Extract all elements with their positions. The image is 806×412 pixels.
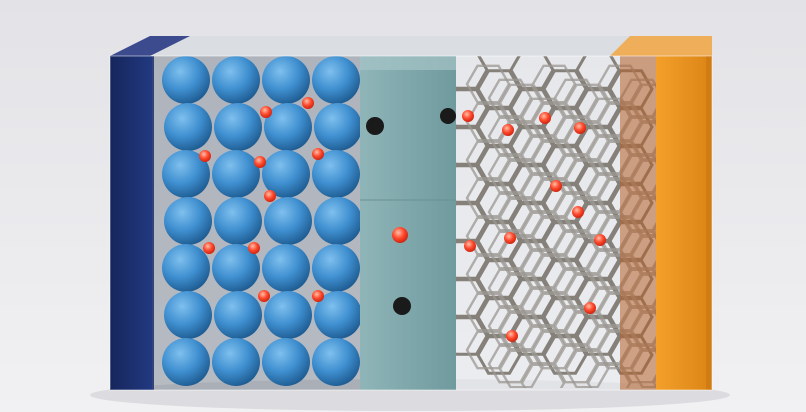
ion xyxy=(572,206,584,218)
electrode-sphere xyxy=(264,291,312,339)
electrode-sphere xyxy=(162,244,210,292)
ion xyxy=(464,240,476,252)
ion xyxy=(504,232,516,244)
electrode-sphere xyxy=(314,103,362,151)
ion xyxy=(574,122,586,134)
electrode-sphere xyxy=(214,103,262,151)
ion xyxy=(584,302,596,314)
collector-edge xyxy=(706,56,712,390)
ion xyxy=(254,156,266,168)
ion xyxy=(203,242,215,254)
ion xyxy=(258,290,270,302)
electrode-sphere xyxy=(314,197,362,245)
ion xyxy=(312,290,324,302)
electrode-sphere xyxy=(162,338,210,386)
electrode-sphere xyxy=(164,103,212,151)
ion xyxy=(312,148,324,160)
ion xyxy=(260,106,272,118)
electrode-sphere xyxy=(262,244,310,292)
electrode-sphere xyxy=(264,197,312,245)
current-collector-left xyxy=(110,56,154,390)
ion xyxy=(506,330,518,342)
ion xyxy=(502,124,514,136)
electrode-sphere xyxy=(212,338,260,386)
electrode-sphere xyxy=(312,244,360,292)
separator-top-edge xyxy=(360,56,456,70)
ion xyxy=(539,112,551,124)
ion xyxy=(264,190,276,202)
electrode-sphere xyxy=(164,197,212,245)
ion xyxy=(302,97,314,109)
separator-pore xyxy=(440,108,456,124)
electrode-sphere xyxy=(212,150,260,198)
ion xyxy=(199,150,211,162)
electrode-sphere xyxy=(262,338,310,386)
electrode-sphere xyxy=(164,291,212,339)
electrode-sphere xyxy=(212,56,260,104)
ion xyxy=(248,242,260,254)
electrode-sphere xyxy=(312,56,360,104)
electrode-sphere xyxy=(214,197,262,245)
battery-illustration xyxy=(0,0,806,412)
ion xyxy=(462,110,474,122)
current-collector-right xyxy=(656,56,712,390)
separator-pore xyxy=(366,117,384,135)
separator xyxy=(360,56,456,390)
collector-interface xyxy=(620,56,660,390)
ion xyxy=(550,180,562,192)
electrode-sphere xyxy=(214,291,262,339)
electrode-sphere xyxy=(312,338,360,386)
electrode-sphere xyxy=(262,56,310,104)
ion xyxy=(594,234,606,246)
ion xyxy=(392,227,408,243)
electrode-sphere xyxy=(162,56,210,104)
separator-pore xyxy=(393,297,411,315)
